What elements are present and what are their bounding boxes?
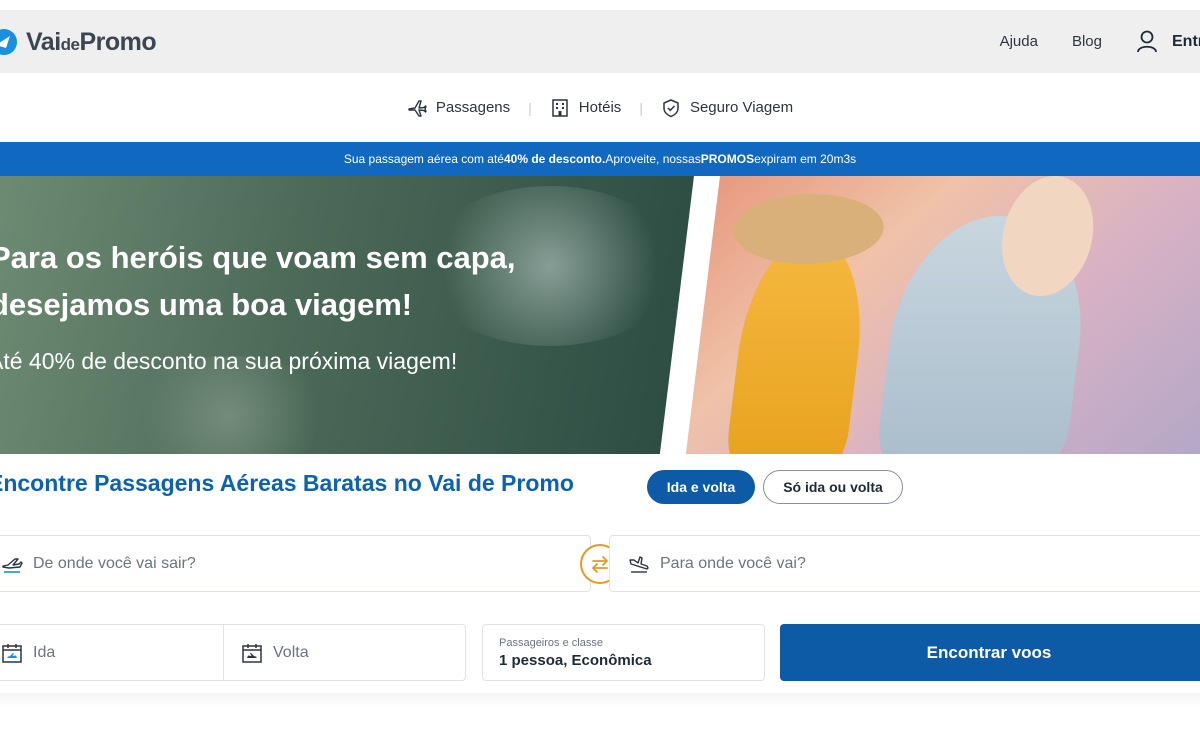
product-tabs: Passagens | Hotéis | Seguro Viagem <box>0 85 1200 130</box>
promo-text-3: expiram em 20m3s <box>754 152 857 166</box>
search-panel-shadow <box>0 693 1200 707</box>
tab-hoteis-label: Hotéis <box>578 99 622 116</box>
hotel-building-icon <box>552 98 568 117</box>
hero-title-line-1: Para os heróis que voam sem capa, <box>0 240 516 275</box>
trip-type-one-way[interactable]: Só ida ou volta <box>763 470 903 504</box>
passengers-label: Passageiros e classe <box>499 636 603 649</box>
airplane-takeoff-icon <box>2 557 23 573</box>
hero-photo <box>685 176 1200 454</box>
nav-link-blog[interactable]: Blog <box>1072 33 1102 50</box>
calendar-departure-icon <box>2 643 22 663</box>
hero-title: Para os heróis que voam sem capa, deseja… <box>0 234 610 328</box>
destination-input[interactable]: Para onde você vai? <box>609 535 1200 592</box>
tab-seguro-viagem[interactable]: Seguro Viagem <box>661 98 793 118</box>
hero-title-line-2: desejamos uma boa viagem! <box>0 287 413 322</box>
search-heading: Encontre Passagens Aéreas Baratas no Vai… <box>0 470 574 496</box>
trip-type-round-trip[interactable]: Ida e volta <box>647 470 755 504</box>
airplane-landing-icon <box>629 555 649 573</box>
top-header: VaidePromo Ajuda Blog Entrar <box>0 10 1200 73</box>
tab-hoteis[interactable]: Hotéis <box>550 98 622 118</box>
return-placeholder: Volta <box>273 643 309 661</box>
photo-woman-hat <box>729 194 888 264</box>
logo-mark-icon <box>0 29 17 55</box>
promo-text-bold-1: 40% de desconto. <box>503 152 606 166</box>
shield-check-icon <box>663 98 679 117</box>
origin-placeholder: De onde você vai sair? <box>33 554 196 572</box>
logo-text-small: de <box>60 34 80 54</box>
promo-strip[interactable]: Sua passagem aérea com até 40% de descon… <box>0 142 1200 176</box>
origin-input[interactable]: De onde você vai sair? <box>0 535 591 592</box>
depart-placeholder: Ida <box>33 643 56 661</box>
tab-separator: | <box>528 99 532 116</box>
logo[interactable]: Vai de Promo <box>0 24 157 60</box>
tab-passagens[interactable]: Passagens <box>407 98 510 118</box>
top-nav: Ajuda Blog Entrar <box>1000 10 1200 73</box>
nav-link-ajuda[interactable]: Ajuda <box>1000 33 1038 50</box>
photo-girl <box>995 176 1100 296</box>
logo-text-end: Promo <box>79 27 157 56</box>
user-icon <box>1137 30 1157 52</box>
logo-text-main: Vai <box>26 27 61 56</box>
logo-text: Vai de Promo <box>26 27 157 57</box>
depart-date-input[interactable]: Ida <box>0 624 224 681</box>
tab-seguro-label: Seguro Viagem <box>689 99 794 116</box>
tab-passagens-label: Passagens <box>435 99 511 116</box>
promo-text-bold-2: PROMOS <box>700 152 755 166</box>
photo-woman <box>723 236 873 454</box>
hero-banner[interactable]: Para os heróis que voam sem capa, deseja… <box>0 176 1200 454</box>
find-flights-button[interactable]: Encontrar voos <box>780 624 1200 681</box>
airplane-icon <box>408 99 427 117</box>
promo-text-2: Aproveite, nossas <box>605 152 701 166</box>
swap-arrows-icon <box>592 556 608 573</box>
destination-placeholder: Para onde você vai? <box>660 554 806 572</box>
passengers-value: 1 pessoa, Econômica <box>499 651 652 669</box>
return-date-input[interactable]: Volta <box>223 624 466 681</box>
calendar-return-icon <box>242 643 262 663</box>
passengers-class-select[interactable]: Passageiros e classe 1 pessoa, Econômica <box>482 624 765 681</box>
login-button[interactable]: Entrar <box>1136 30 1200 54</box>
tab-separator: | <box>639 99 643 116</box>
hero-subtitle: Até 40% de desconto na sua próxima viage… <box>0 348 458 374</box>
login-label: Entrar <box>1172 32 1200 50</box>
promo-text-1: Sua passagem aérea com até <box>343 152 504 166</box>
